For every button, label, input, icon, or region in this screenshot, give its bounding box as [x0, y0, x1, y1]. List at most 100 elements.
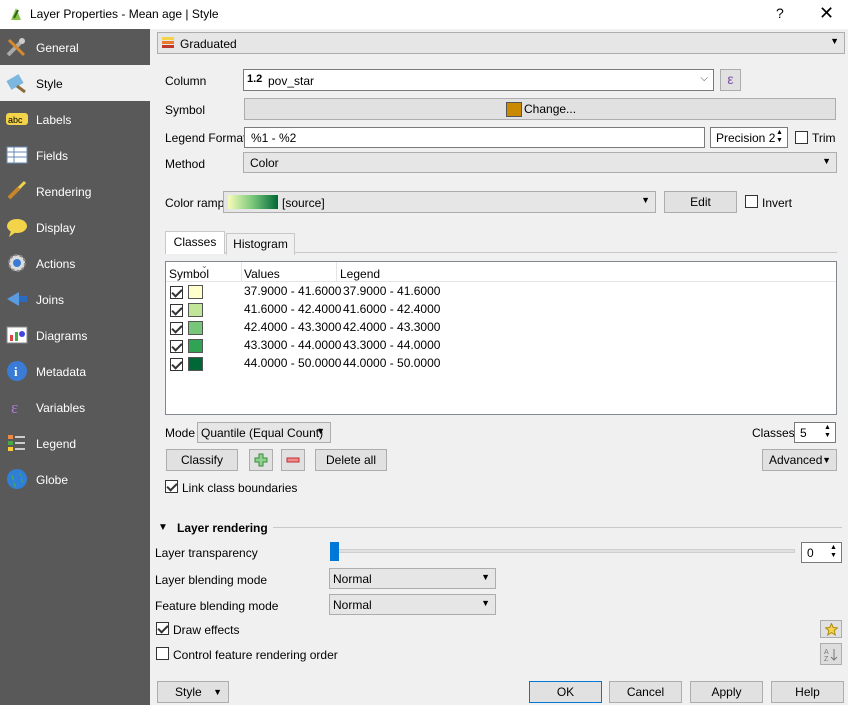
table-row[interactable]: 42.4000 - 43.3000 42.4000 - 43.3000	[166, 318, 836, 336]
class-color-swatch[interactable]	[188, 303, 203, 317]
sidebar-item-joins[interactable]: Joins	[0, 281, 150, 317]
trim-checkbox[interactable]	[795, 131, 808, 144]
globe-icon	[7, 469, 27, 489]
sidebar-item-fields[interactable]: Fields	[0, 137, 150, 173]
layer-blending-label: Layer blending mode	[155, 573, 268, 587]
classify-button[interactable]: Classify	[166, 449, 238, 471]
collapse-triangle-icon[interactable]: ▼	[158, 522, 168, 533]
class-values[interactable]: 43.3000 - 44.0000	[244, 338, 341, 352]
class-legend[interactable]: 37.9000 - 41.6000	[343, 284, 440, 298]
chevron-down-icon: ▼	[213, 687, 222, 697]
help-title-button[interactable]: ?	[776, 5, 784, 21]
table-row[interactable]: 43.3000 - 44.0000 43.3000 - 44.0000	[166, 336, 836, 354]
help-button[interactable]: Help	[771, 681, 844, 703]
mode-combo[interactable]: Quantile (Equal Count) ▼	[197, 422, 331, 443]
spin-arrows-icon[interactable]: ▲ ▼	[827, 544, 840, 561]
sidebar-item-metadata[interactable]: i Metadata	[0, 353, 150, 389]
graduated-icon	[162, 37, 174, 48]
column-value: pov_star	[268, 74, 315, 88]
sidebar-item-rendering[interactable]: Rendering	[0, 173, 150, 209]
layer-blending-value: Normal	[333, 572, 372, 586]
style-menu-label: Style	[175, 685, 202, 699]
class-color-swatch[interactable]	[188, 321, 203, 335]
class-legend[interactable]: 42.4000 - 43.3000	[343, 320, 440, 334]
layer-blending-combo[interactable]: Normal ▼	[329, 568, 496, 589]
sidebar-item-display[interactable]: Display	[0, 209, 150, 245]
expression-button[interactable]: ε	[720, 69, 741, 91]
apply-button[interactable]: Apply	[690, 681, 763, 703]
legend-format-input[interactable]: %1 - %2	[244, 127, 705, 148]
sidebar-item-diagrams[interactable]: Diagrams	[0, 317, 150, 353]
row-visible-checkbox[interactable]	[170, 340, 183, 353]
invert-checkbox[interactable]	[745, 195, 758, 208]
transparency-slider-handle[interactable]	[330, 542, 339, 561]
feature-blending-combo[interactable]: Normal ▼	[329, 594, 496, 615]
class-color-swatch[interactable]	[188, 357, 203, 371]
row-visible-checkbox[interactable]	[170, 304, 183, 317]
sidebar: General Style abc Labels Fields Renderin…	[0, 29, 150, 705]
class-color-swatch[interactable]	[188, 339, 203, 353]
method-combo[interactable]: Color ▼	[243, 152, 837, 173]
class-values[interactable]: 44.0000 - 50.0000	[244, 356, 341, 370]
svg-text:A: A	[824, 649, 829, 656]
sidebar-item-style[interactable]: Style	[0, 65, 150, 101]
remove-class-button[interactable]	[281, 449, 305, 471]
class-color-swatch[interactable]	[188, 285, 203, 299]
classes-table[interactable]: Symbol ⌄ Values Legend 37.9000 - 41.6000…	[165, 261, 837, 415]
sidebar-item-actions[interactable]: Actions	[0, 245, 150, 281]
diagram-icon	[6, 326, 28, 344]
class-legend[interactable]: 43.3000 - 44.0000	[343, 338, 440, 352]
color-ramp-label: Color ramp	[165, 196, 225, 210]
mode-value: Quantile (Equal Count)	[201, 426, 324, 440]
layer-rendering-title[interactable]: Layer rendering	[177, 521, 268, 535]
color-ramp-combo[interactable]: [source] ▼	[223, 191, 656, 213]
speech-bubble-icon	[7, 219, 27, 237]
spin-arrows-icon[interactable]: ▲ ▼	[821, 424, 834, 441]
sidebar-item-general[interactable]: General	[0, 29, 150, 65]
delete-all-button[interactable]: Delete all	[315, 449, 387, 471]
change-symbol-button[interactable]: Change...	[244, 98, 836, 120]
row-visible-checkbox[interactable]	[170, 358, 183, 371]
draw-effects-checkbox[interactable]	[156, 622, 169, 635]
effects-settings-button[interactable]	[820, 620, 842, 638]
sidebar-item-legend[interactable]: Legend	[0, 425, 150, 461]
edit-ramp-button[interactable]: Edit	[664, 191, 737, 213]
gear-actions-icon	[8, 254, 26, 272]
column-combo[interactable]: 1.2 pov_star ⌵	[243, 69, 714, 91]
order-settings-button[interactable]: AZ	[820, 643, 842, 665]
table-row[interactable]: 41.6000 - 42.4000 41.6000 - 42.4000	[166, 300, 836, 318]
class-values[interactable]: 37.9000 - 41.6000	[244, 284, 341, 298]
cancel-button[interactable]: Cancel	[609, 681, 682, 703]
tab-histogram[interactable]: Histogram	[226, 233, 295, 255]
method-value: Color	[250, 156, 279, 170]
transparency-spinbox[interactable]: 0 ▲ ▼	[801, 542, 842, 563]
row-visible-checkbox[interactable]	[170, 322, 183, 335]
style-menu-button[interactable]: Style ▼	[157, 681, 229, 703]
table-row[interactable]: 44.0000 - 50.0000 44.0000 - 50.0000	[166, 354, 836, 372]
row-visible-checkbox[interactable]	[170, 286, 183, 299]
add-class-button[interactable]	[249, 449, 273, 471]
header-legend[interactable]: Legend	[340, 267, 380, 281]
classes-count-label: Classes	[752, 426, 795, 440]
sidebar-item-labels[interactable]: abc Labels	[0, 101, 150, 137]
class-legend[interactable]: 44.0000 - 50.0000	[343, 356, 440, 370]
sidebar-item-variables[interactable]: ε Variables	[0, 389, 150, 425]
close-icon[interactable]: ✕	[819, 3, 834, 24]
link-boundaries-checkbox[interactable]	[165, 480, 178, 493]
control-order-checkbox[interactable]	[156, 647, 169, 660]
classes-spinbox[interactable]: 5 ▲ ▼	[794, 422, 836, 443]
class-values[interactable]: 42.4000 - 43.3000	[244, 320, 341, 334]
advanced-button[interactable]: Advanced ▼	[762, 449, 837, 471]
class-values[interactable]: 41.6000 - 42.4000	[244, 302, 341, 316]
transparency-slider-track[interactable]	[334, 549, 795, 553]
spin-arrows-icon[interactable]: ▲ ▼	[773, 129, 786, 146]
tab-classes[interactable]: Classes	[165, 231, 225, 254]
precision-spinbox[interactable]: Precision 2 ▲ ▼	[710, 127, 788, 148]
class-legend[interactable]: 41.6000 - 42.4000	[343, 302, 440, 316]
sidebar-item-globe[interactable]: Globe	[0, 461, 150, 497]
header-values[interactable]: Values	[244, 267, 280, 281]
table-row[interactable]: 37.9000 - 41.6000 37.9000 - 41.6000	[166, 282, 836, 300]
ok-button[interactable]: OK	[529, 681, 602, 703]
feature-blending-label: Feature blending mode	[155, 599, 279, 613]
renderer-type-combo[interactable]: Graduated ▼	[157, 32, 845, 54]
